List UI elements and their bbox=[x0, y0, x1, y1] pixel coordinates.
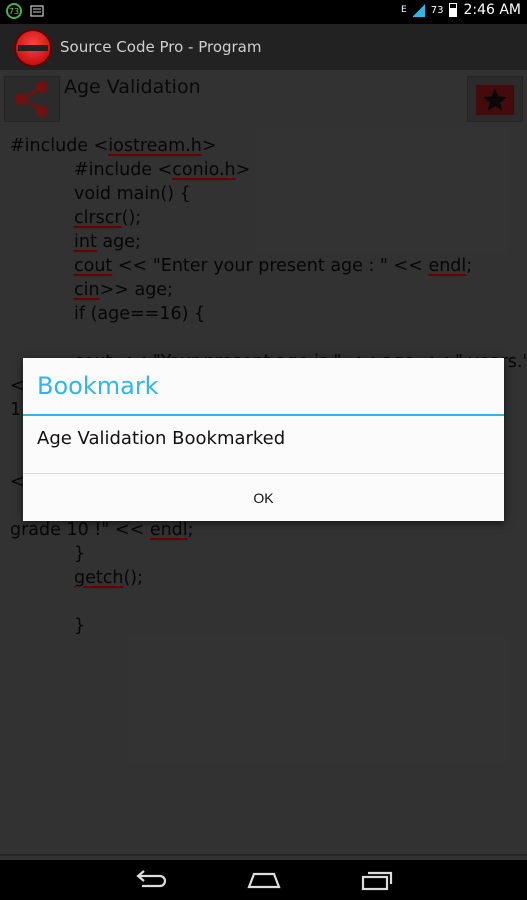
dialog-title: Bookmark bbox=[37, 372, 159, 400]
network-type: E bbox=[401, 5, 407, 15]
dialog-message: Age Validation Bookmarked bbox=[37, 428, 286, 449]
recent-apps-icon bbox=[361, 871, 393, 891]
recent-apps-button[interactable] bbox=[357, 866, 397, 894]
app-logo-icon[interactable] bbox=[16, 31, 50, 65]
battery-level: 73 bbox=[430, 4, 444, 16]
home-button[interactable] bbox=[244, 866, 284, 894]
notification-count: 73 bbox=[8, 6, 20, 16]
navigation-bar bbox=[0, 860, 527, 900]
dialog-title-divider bbox=[23, 414, 504, 416]
notification-count-icon: 73 bbox=[6, 3, 22, 19]
status-bar: 73 E 73 2:46 AM bbox=[0, 0, 527, 24]
action-bar: Source Code Pro - Program bbox=[0, 24, 527, 70]
app-title: Source Code Pro - Program bbox=[60, 38, 262, 56]
ok-button[interactable]: OK bbox=[23, 474, 504, 521]
battery-icon bbox=[449, 3, 458, 17]
back-button[interactable] bbox=[131, 866, 171, 894]
clock: 2:46 AM bbox=[463, 2, 521, 18]
home-icon bbox=[247, 872, 281, 889]
keyboard-icon bbox=[30, 5, 44, 17]
back-icon bbox=[136, 870, 167, 888]
signal-icon bbox=[412, 3, 425, 17]
bookmark-dialog: Bookmark Age Validation Bookmarked OK bbox=[23, 358, 504, 521]
